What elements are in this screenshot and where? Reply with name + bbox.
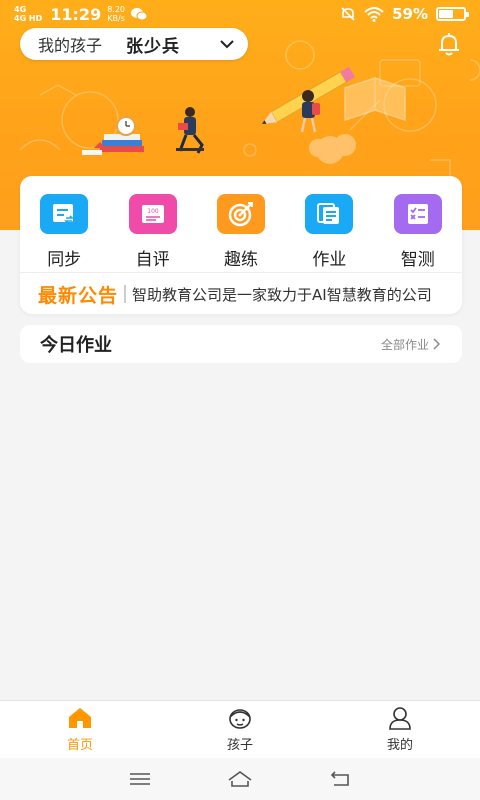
status-bar: 4G 4G HD 11:29 8.20 KB/s 59% (0, 0, 480, 28)
feature-label: 自评 (135, 250, 170, 270)
card-divider (20, 272, 462, 273)
child-name: 张少兵 (126, 36, 181, 57)
announcement-separator (124, 285, 127, 303)
feature-label: 智测 (400, 250, 435, 270)
net-speed-unit: KB/s (107, 14, 125, 23)
tab-home[interactable]: 首页 (0, 701, 160, 758)
announcement-title: 最新公告 (38, 284, 119, 307)
chevron-right-icon (433, 338, 440, 350)
today-homework-title: 今日作业 (40, 335, 112, 356)
sync-book-icon (40, 194, 89, 234)
tab-label: 孩子 (226, 738, 253, 753)
child-selector[interactable]: 我的孩子 张少兵 (20, 28, 248, 60)
feature-label: 作业 (312, 250, 347, 270)
battery-percent: 59% (392, 5, 428, 23)
battery-icon (436, 7, 469, 21)
profile-icon (389, 707, 411, 730)
target-icon (216, 194, 265, 234)
battery-fill (439, 10, 454, 18)
child-selector-label: 我的孩子 (38, 36, 103, 55)
homework-icon (305, 194, 354, 234)
system-nav-bar (0, 758, 480, 800)
tab-label: 首页 (66, 738, 93, 753)
signal-2-label: 4G HD (14, 14, 43, 23)
signal-icon: 4G 4G HD (14, 5, 42, 23)
home-icon (69, 708, 91, 728)
bottom-tab-bar: 首页 孩子 我的 (0, 700, 480, 758)
back-icon[interactable] (326, 769, 354, 789)
feature-smart-test[interactable]: 智测 (374, 194, 462, 270)
all-homework-link[interactable]: 全部作业 (381, 336, 440, 353)
tab-child[interactable]: 孩子 (160, 701, 320, 758)
feature-label: 同步 (47, 250, 82, 270)
feature-fun-practice[interactable]: 趣练 (197, 194, 285, 270)
announcement-text: 智助教育公司是一家致力于AI智慧教育的公司 (132, 285, 432, 304)
bell-icon[interactable] (436, 31, 462, 57)
feature-self-evaluate[interactable]: 100 自评 (108, 194, 196, 270)
tab-label: 我的 (386, 738, 413, 753)
net-speed: 8.20 KB/s (107, 5, 125, 23)
feature-grid: 同步 100 自评 趣练 作业 智测 (20, 194, 462, 270)
wechat-icon (131, 8, 148, 21)
feature-homework[interactable]: 作业 (285, 194, 373, 270)
tab-profile[interactable]: 我的 (320, 701, 480, 758)
mute-icon (341, 7, 355, 21)
chevron-down-icon (220, 40, 234, 49)
feature-label: 趣练 (223, 250, 258, 270)
net-speed-value: 8.20 (107, 5, 126, 14)
announcement-bar[interactable]: 最新公告 智助教育公司是一家致力于AI智慧教育的公司 (38, 280, 448, 308)
menu-icon[interactable] (126, 769, 154, 789)
wifi-icon (364, 7, 384, 22)
svg-text:100: 100 (147, 208, 159, 215)
feature-sync[interactable]: 同步 (20, 194, 108, 270)
home-nav-icon[interactable] (226, 769, 254, 789)
self-test-icon: 100 (128, 194, 177, 234)
all-homework-label: 全部作业 (380, 337, 429, 352)
smart-test-icon (393, 194, 442, 234)
feature-card: 同步 100 自评 趣练 作业 智测 最新公告 智助教育公司是一家致力于AI智慧… (20, 176, 462, 314)
child-face-icon (229, 709, 251, 729)
clock: 11:29 (50, 4, 102, 24)
signal-1-label: 4G (14, 5, 27, 14)
today-homework-header: 今日作业 全部作业 (20, 325, 462, 363)
